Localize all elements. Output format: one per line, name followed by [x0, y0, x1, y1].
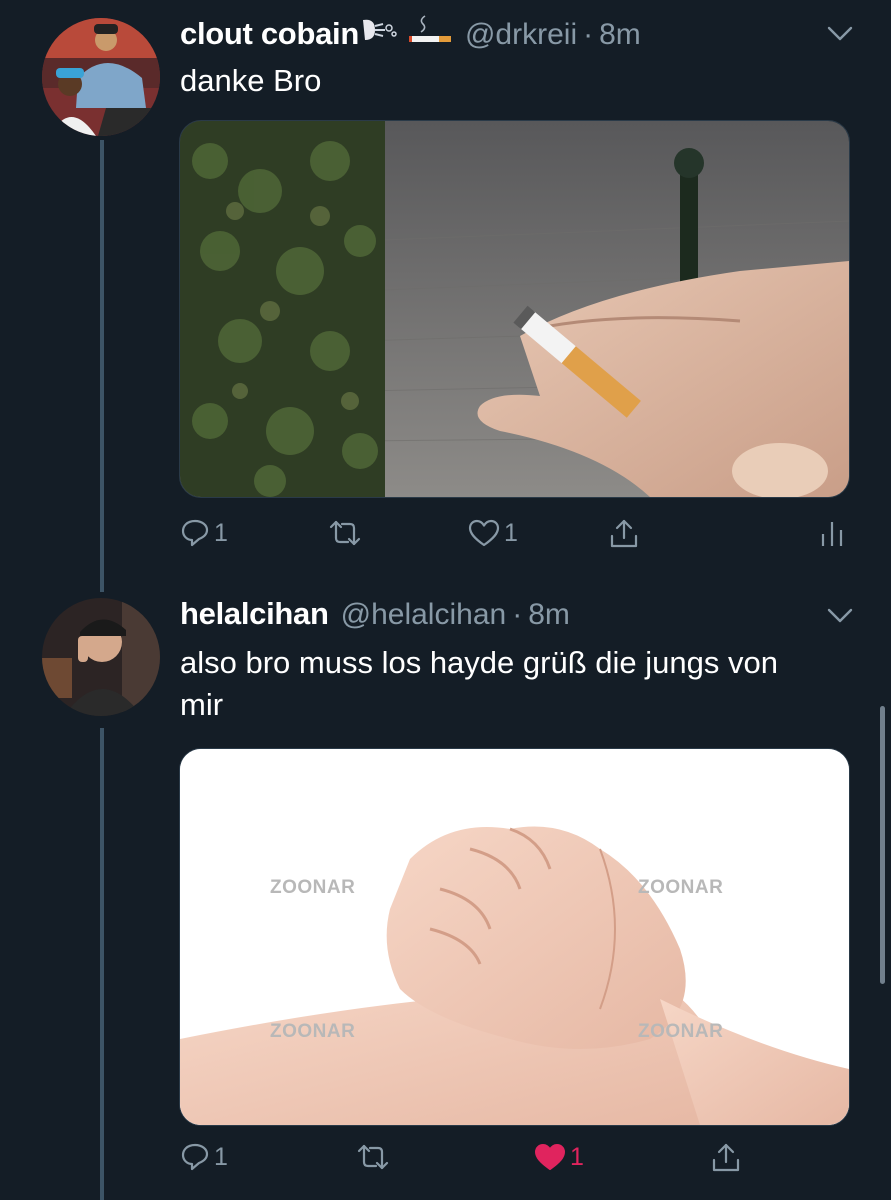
like-button[interactable]: 1 [534, 1142, 584, 1172]
timestamp[interactable]: 8m [528, 598, 570, 632]
cigarette-emoji-icon [408, 14, 453, 49]
analytics-icon [821, 522, 843, 546]
retweet-icon [329, 520, 361, 546]
watermark: ZOONAR [638, 877, 724, 898]
tweet-header: helalcihan @helalcihan · 8m [180, 596, 570, 632]
reply-icon [181, 519, 209, 547]
tweet-actions: 1 1 [180, 518, 850, 562]
thread-line [100, 140, 104, 592]
separator-dot: · [512, 598, 523, 631]
tweet-image[interactable] [179, 120, 850, 498]
tweet-actions: 1 1 [180, 1142, 850, 1186]
reply-button[interactable]: 1 [180, 1142, 228, 1172]
retweet-button[interactable] [328, 518, 366, 548]
chevron-down-icon[interactable] [827, 608, 853, 624]
scrollbar[interactable] [880, 706, 885, 984]
reply-count: 1 [214, 1142, 228, 1171]
like-button[interactable]: 1 [468, 518, 518, 548]
avatar[interactable] [42, 598, 160, 716]
heart-filled-icon [535, 1144, 565, 1170]
handle[interactable]: @drkreii [465, 18, 577, 52]
reply-count: 1 [214, 518, 228, 547]
retweet-button[interactable] [356, 1142, 394, 1172]
tweet-header: clout cobain @drkreii · 8m [180, 14, 641, 52]
tweet-text: danke Bro [180, 63, 322, 98]
handle[interactable]: @helalcihan [341, 598, 507, 632]
share-button[interactable] [710, 1142, 742, 1174]
share-icon [610, 519, 638, 548]
share-button[interactable] [608, 518, 640, 550]
watermark: ZOONAR [270, 877, 356, 898]
timeline: clout cobain @drkreii · 8m danke Bro 1 1… [0, 0, 891, 1200]
tweet-text: also bro muss los hayde grüß die jungs v… [180, 645, 778, 722]
watermark: ZOONAR [638, 1021, 724, 1042]
like-count: 1 [570, 1142, 584, 1171]
analytics-button[interactable] [820, 518, 844, 548]
heart-icon [468, 519, 500, 547]
display-name[interactable]: clout cobain [180, 16, 359, 52]
timestamp[interactable]: 8m [599, 18, 641, 52]
chevron-down-icon[interactable] [827, 26, 853, 42]
display-name[interactable]: helalcihan [180, 596, 329, 632]
thread-line [100, 728, 104, 1200]
retweet-icon [357, 1144, 389, 1170]
like-count: 1 [504, 518, 518, 547]
tweet-image[interactable]: ZOONAR ZOONAR ZOONAR ZOONAR [179, 748, 850, 1126]
avatar[interactable] [42, 18, 160, 136]
reply-icon [181, 1143, 209, 1171]
share-icon [712, 1143, 740, 1172]
separator-dot: · [583, 18, 594, 51]
watermark: ZOONAR [270, 1021, 356, 1042]
wind-face-emoji-icon [361, 16, 401, 49]
reply-button[interactable]: 1 [180, 518, 228, 548]
